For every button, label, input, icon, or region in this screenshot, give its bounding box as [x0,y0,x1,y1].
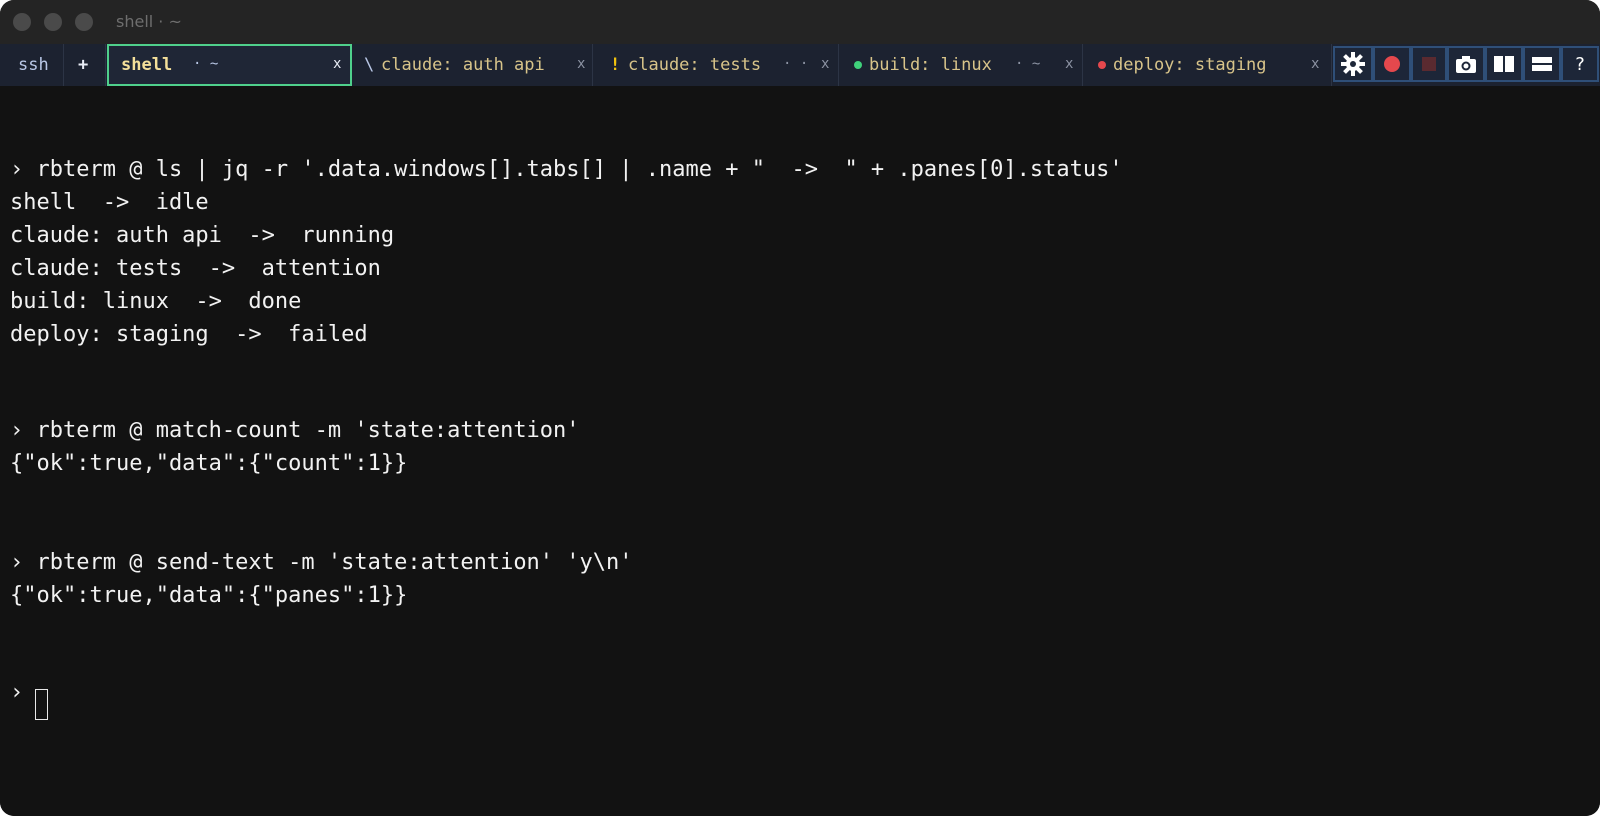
screenshot-button[interactable] [1447,46,1485,82]
command-line: › rbterm @ send-text -m 'state:attention… [10,550,633,575]
stop-button[interactable] [1411,46,1447,82]
window-title: shell · ~ [116,12,182,31]
tab-label: deploy: staging [1113,55,1267,75]
output-line: claude: auth api -> running [10,223,395,248]
split-vertical-button[interactable] [1485,46,1523,82]
settings-button[interactable] [1333,46,1373,82]
tab-label: build: linux [869,55,992,75]
minimize-window-button[interactable] [44,13,62,31]
prompt: › [10,680,24,705]
split-vertical-icon [1494,56,1514,72]
close-window-button[interactable] [13,13,31,31]
output-line: {"ok":true,"data":{"count":1}} [10,451,408,476]
tab-close-button[interactable]: x [577,56,585,72]
tab-shell[interactable]: shell · ~ x [107,44,352,86]
split-horizontal-icon [1532,57,1552,71]
tab-label: shell [121,55,173,75]
tab-suffix: · ~ [1015,56,1041,72]
tab-close-button[interactable]: x [1065,56,1073,72]
output-line: deploy: staging -> failed [10,322,368,347]
output-line: shell -> idle [10,190,209,215]
tab-close-button[interactable]: x [333,56,341,72]
tab-close-button[interactable]: x [821,56,829,72]
tab-ssh[interactable]: ssh [0,44,64,86]
tab-label: claude: tests [628,55,762,75]
tab-suffix: · · [783,56,809,72]
spinner-icon: \ [364,55,375,75]
tab-claude-tests[interactable]: ! claude: tests · · x [593,44,839,86]
record-icon [1384,56,1400,72]
new-tab-button[interactable]: + [64,44,106,86]
output-line: {"ok":true,"data":{"panes":1}} [10,583,408,608]
status-dot-green [854,61,862,69]
record-button[interactable] [1373,46,1411,82]
terminal-window: shell · ~ ssh + shell · ~ x \ claude: au… [0,0,1600,816]
plus-icon: + [78,55,89,75]
tab-deploy-staging[interactable]: deploy: staging x [1083,44,1332,86]
tab-claude-auth-api[interactable]: \ claude: auth api x [353,44,593,86]
tab-bar: ssh + shell · ~ x \ claude: auth api x !… [0,44,1600,86]
command-line: › rbterm @ ls | jq -r '.data.windows[].t… [10,157,1123,182]
camera-icon [1456,56,1476,73]
gear-icon [1341,52,1365,76]
tab-close-button[interactable]: x [1311,56,1319,72]
output-line: claude: tests -> attention [10,256,381,281]
output-line: build: linux -> done [10,289,302,314]
attention-icon: ! [610,55,621,75]
tab-label: ssh [18,55,49,75]
stop-icon [1422,57,1436,71]
title-bar: shell · ~ [0,0,1600,44]
tab-build-linux[interactable]: build: linux · ~ x [839,44,1083,86]
split-horizontal-button[interactable] [1523,46,1561,82]
tab-suffix: · ~ [193,56,219,72]
help-icon: ? [1575,53,1585,75]
terminal-pane[interactable]: › rbterm @ ls | jq -r '.data.windows[].t… [0,86,1600,816]
command-line: › rbterm @ match-count -m 'state:attenti… [10,418,580,443]
help-button[interactable]: ? [1561,46,1599,82]
maximize-window-button[interactable] [75,13,93,31]
text-cursor [35,689,48,720]
tab-label: claude: auth api [381,55,545,75]
status-dot-red [1098,61,1106,69]
